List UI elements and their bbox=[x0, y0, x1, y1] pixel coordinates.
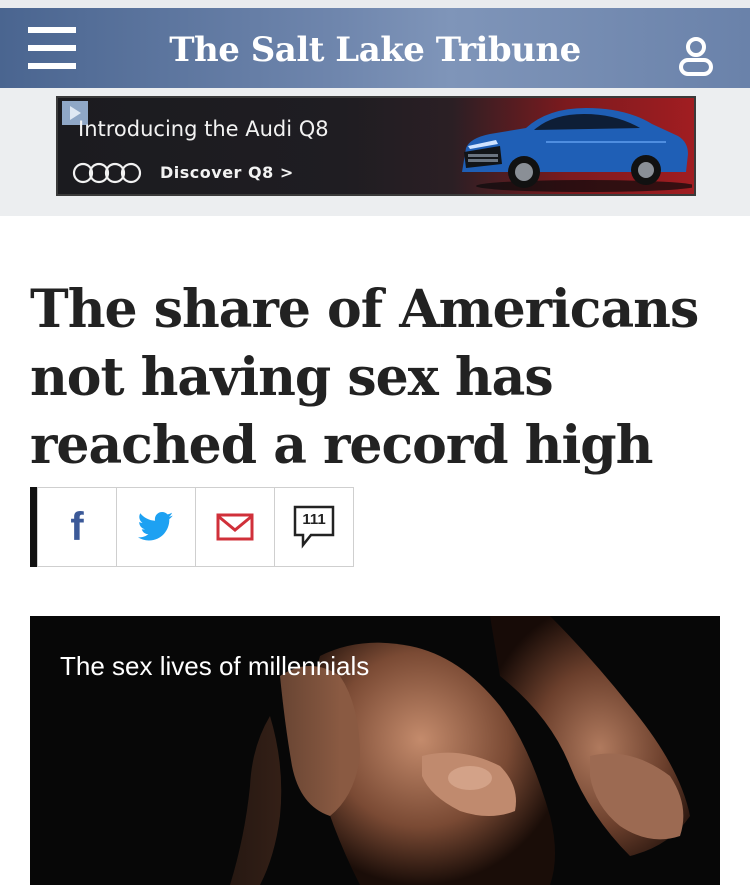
facebook-share-button[interactable]: f bbox=[37, 487, 117, 567]
ad-band: Introducing the Audi Q8 Discover Q8 > bbox=[0, 88, 750, 216]
ad-title: Introducing the Audi Q8 bbox=[78, 117, 329, 141]
site-header: The Salt Lake Tribune bbox=[0, 8, 750, 88]
facebook-icon: f bbox=[70, 505, 84, 549]
site-logo[interactable]: The Salt Lake Tribune bbox=[150, 28, 600, 72]
ad-car-image bbox=[456, 102, 694, 194]
article-headline: The share of Americans not having sex ha… bbox=[30, 279, 699, 476]
audi-ad-banner[interactable]: Introducing the Audi Q8 Discover Q8 > bbox=[56, 96, 696, 196]
comment-count: 111 bbox=[302, 511, 326, 528]
twitter-icon bbox=[138, 512, 173, 541]
user-account-icon[interactable] bbox=[678, 36, 714, 76]
share-bar: f 111 bbox=[30, 487, 354, 567]
email-icon bbox=[216, 513, 254, 541]
hamburger-menu-icon[interactable] bbox=[28, 27, 76, 69]
audi-rings-icon bbox=[72, 162, 142, 184]
comments-button[interactable]: 111 bbox=[274, 487, 354, 567]
comment-icon: 111 bbox=[293, 505, 335, 549]
video-title: The sex lives of millennials bbox=[60, 651, 370, 681]
twitter-share-button[interactable] bbox=[116, 487, 196, 567]
top-strip bbox=[0, 0, 750, 8]
video-player[interactable]: The sex lives of millennials bbox=[30, 616, 720, 885]
email-share-button[interactable] bbox=[195, 487, 275, 567]
ad-discover-link[interactable]: Discover Q8 > bbox=[160, 162, 294, 184]
